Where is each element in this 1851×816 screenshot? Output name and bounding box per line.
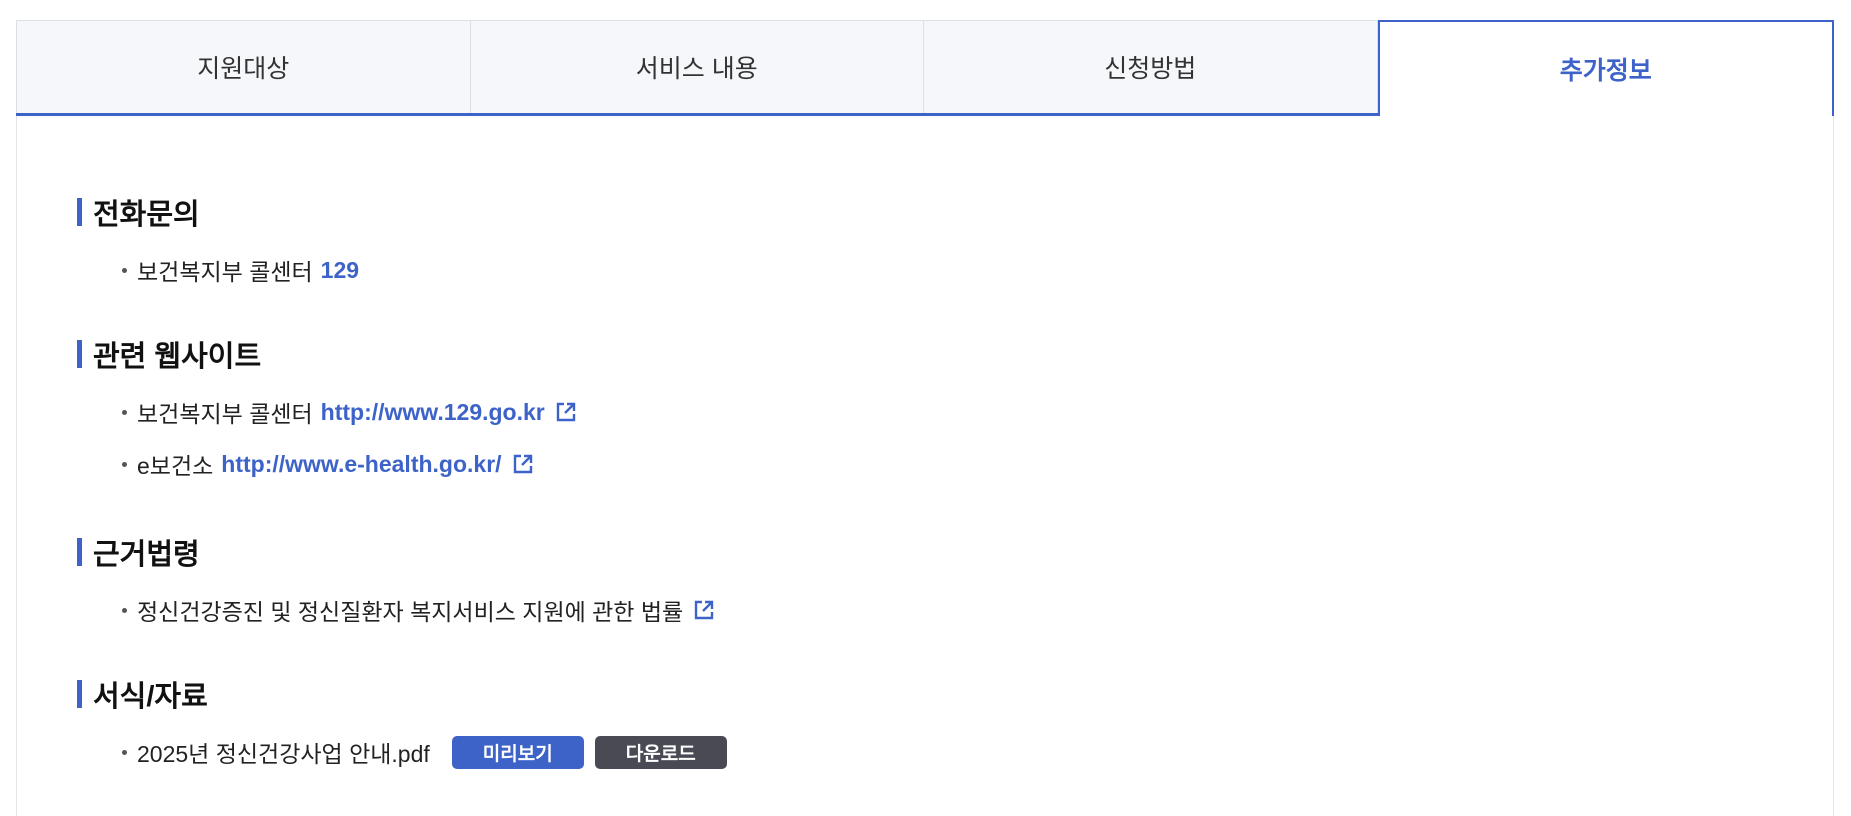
tab-panel-additional-info: 전화문의 보건복지부 콜센터 129 관련 웹사이트 보건복지부 콜센터 htt… — [16, 116, 1834, 816]
tab-service-content[interactable]: 서비스 내용 — [470, 20, 924, 113]
phone-number-link[interactable]: 129 — [321, 257, 359, 284]
title-bar-decoration — [77, 340, 82, 368]
title-bar-decoration — [77, 680, 82, 708]
section-websites: 관련 웹사이트 보건복지부 콜센터 http://www.129.go.kr e… — [77, 336, 1833, 490]
tab-bar: 지원대상 서비스 내용 신청방법 추가정보 — [16, 20, 1834, 116]
section-title-text: 전화문의 — [93, 199, 200, 231]
external-link-icon[interactable] — [555, 401, 577, 423]
list-item: 보건복지부 콜센터 129 — [122, 244, 1833, 296]
phone-list: 보건복지부 콜센터 129 — [77, 244, 1833, 296]
service-info-container: 지원대상 서비스 내용 신청방법 추가정보 전화문의 보건복지부 콜센터 129… — [16, 20, 1834, 816]
section-title: 관련 웹사이트 — [77, 336, 1833, 373]
item-text: 보건복지부 콜센터 — [137, 259, 313, 285]
section-title-text: 근거법령 — [93, 539, 200, 571]
law-list: 정신건강증진 및 정신질환자 복지서비스 지원에 관한 법률 — [77, 584, 1833, 636]
section-title: 서식/자료 — [77, 676, 1833, 713]
forms-list: 2025년 정신건강사업 안내.pdf 미리보기 다운로드 — [77, 726, 1833, 778]
section-phone: 전화문의 보건복지부 콜센터 129 — [77, 194, 1833, 296]
section-title-text: 관련 웹사이트 — [93, 341, 262, 373]
tab-support-target[interactable]: 지원대상 — [16, 20, 471, 113]
title-bar-decoration — [77, 198, 82, 226]
list-item: 2025년 정신건강사업 안내.pdf 미리보기 다운로드 — [122, 726, 1833, 778]
item-text: e보건소 — [137, 453, 214, 479]
tab-additional-info[interactable]: 추가정보 — [1377, 20, 1834, 116]
file-name: 2025년 정신건강사업 안내.pdf — [137, 741, 430, 767]
section-title-text: 서식/자료 — [93, 681, 208, 713]
download-button[interactable]: 다운로드 — [594, 735, 727, 769]
title-bar-decoration — [77, 538, 82, 566]
item-text: 정신건강증진 및 정신질환자 복지서비스 지원에 관한 법률 — [137, 599, 684, 625]
section-law: 근거법령 정신건강증진 및 정신질환자 복지서비스 지원에 관한 법률 — [77, 534, 1833, 636]
section-title: 전화문의 — [77, 194, 1833, 231]
item-text: 보건복지부 콜센터 — [137, 401, 313, 427]
section-title: 근거법령 — [77, 534, 1833, 571]
section-forms: 서식/자료 2025년 정신건강사업 안내.pdf 미리보기 다운로드 — [77, 676, 1833, 778]
website-link-129[interactable]: http://www.129.go.kr — [321, 399, 545, 426]
external-link-icon[interactable] — [693, 599, 715, 621]
preview-button[interactable]: 미리보기 — [451, 735, 584, 769]
list-item: 정신건강증진 및 정신질환자 복지서비스 지원에 관한 법률 — [122, 584, 1833, 636]
list-item: 보건복지부 콜센터 http://www.129.go.kr — [122, 386, 1833, 438]
list-item: e보건소 http://www.e-health.go.kr/ — [122, 438, 1833, 490]
website-link-ehealth[interactable]: http://www.e-health.go.kr/ — [221, 451, 501, 478]
external-link-icon[interactable] — [512, 453, 534, 475]
tab-application-method[interactable]: 신청방법 — [924, 20, 1378, 113]
website-list: 보건복지부 콜센터 http://www.129.go.kr e보건소 http… — [77, 386, 1833, 490]
